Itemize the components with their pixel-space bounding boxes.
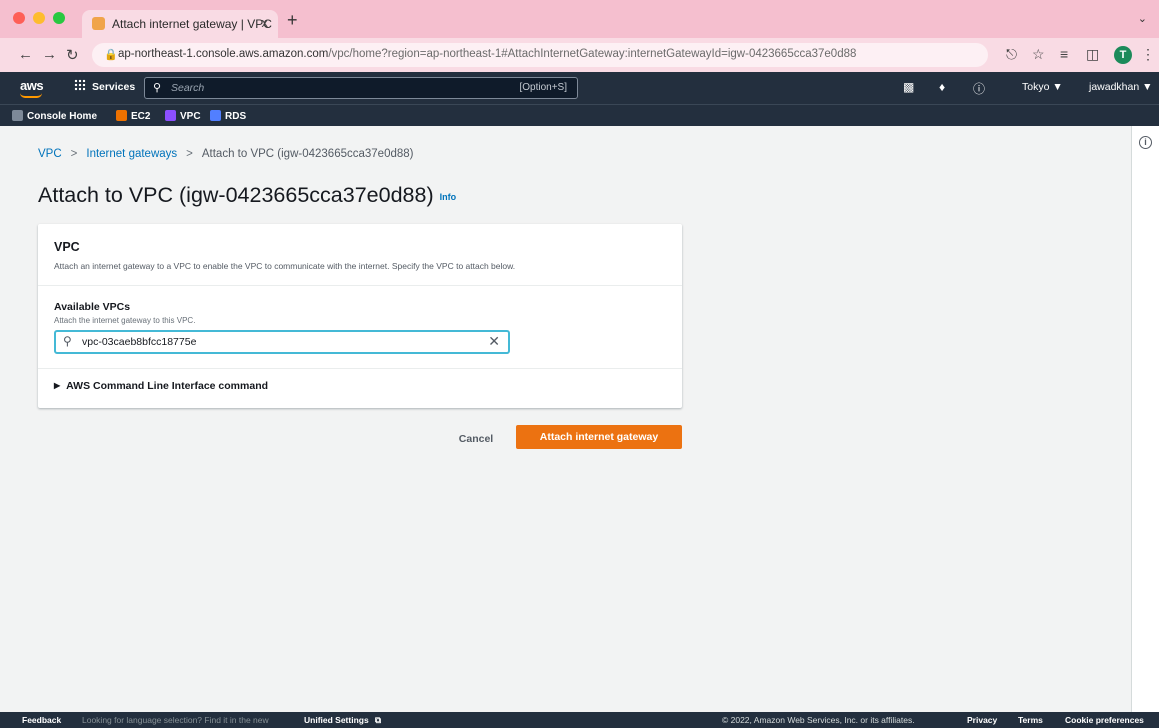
tab-search-chevron-icon[interactable]: ⌄ [1138,12,1147,25]
unified-settings-link[interactable]: Unified Settings [304,715,369,725]
region-selector[interactable]: Tokyo ▼ [1022,81,1063,93]
console-home-icon [12,110,23,121]
search-shortcut: [Option+S] [519,82,567,93]
vpc-icon [165,110,176,121]
back-arrow-icon[interactable]: ← [18,46,33,63]
url-text: ap-northeast-1.console.aws.amazon.com/vp… [118,48,857,60]
copyright-text: © 2022, Amazon Web Services, Inc. or its… [722,715,915,725]
browser-tab-strip: Attach internet gateway | VPC x + ⌄ [0,0,1159,38]
page-title-text: Attach to VPC (igw-0423665cca37e0d88) [38,183,434,207]
page-title: Attach to VPC (igw-0423665cca37e0d88) Inf… [38,183,456,208]
forward-arrow-icon[interactable]: → [42,46,57,63]
breadcrumb-vpc[interactable]: VPC [38,148,62,160]
privacy-link[interactable]: Privacy [967,715,997,725]
panel-divider [38,368,682,369]
feedback-link[interactable]: Feedback [22,715,61,725]
external-link-icon: ⧉ [375,715,382,725]
vpc-favicon-icon [92,17,105,30]
window-minimize-button[interactable] [33,12,45,24]
notifications-bell-icon[interactable]: ♦ [939,80,945,94]
bookmark-star-icon[interactable]: ☆ [1032,46,1045,63]
vpc-panel-title: VPC [54,240,80,254]
attach-internet-gateway-button[interactable]: Attach internet gateway [516,425,682,449]
breadcrumb-separator: > [70,148,78,160]
profile-avatar[interactable]: T [1114,46,1132,64]
favorites-bar: Console Home EC2 VPC RDS [0,104,1159,126]
main-content: VPC > Internet gateways > Attach to VPC (igw… [0,126,1131,712]
search-placeholder: Search [171,82,205,94]
side-panel-icon[interactable]: ◫ [1086,46,1099,63]
window-close-button[interactable] [13,12,25,24]
search-icon: ⚲ [153,82,162,94]
vpc-input-value: vpc-03caeb8bfcc18775e [82,336,197,348]
rds-icon [210,110,221,121]
cancel-button[interactable]: Cancel [448,428,504,450]
reading-list-icon[interactable]: ≡ [1060,46,1068,62]
ec2-icon [116,110,127,121]
available-vpcs-input[interactable]: ⚲ vpc-03caeb8bfcc18775e ✕ [54,330,510,354]
cli-command-expander[interactable]: ▶ AWS Command Line Interface command [54,380,268,392]
favorite-ec2[interactable]: EC2 [116,110,150,122]
vpc-panel: VPC Attach an internet gateway to a VPC … [38,224,682,408]
breadcrumb-current: Attach to VPC (igw-0423665cca37e0d88) [201,148,414,160]
lock-icon: 🔒 [104,49,118,61]
new-tab-button[interactable]: + [287,10,298,31]
browser-tab-active[interactable]: Attach internet gateway | VPC x [82,10,278,38]
vpc-panel-header: VPC Attach an internet gateway to a VPC … [38,224,682,286]
account-menu[interactable]: jawadkhan ▼ [1089,81,1153,93]
reload-icon[interactable]: ↻ [66,46,79,64]
search-icon: ⚲ [63,334,72,348]
caret-right-icon: ▶ [54,381,61,390]
cli-command-label: AWS Command Line Interface command [66,380,269,392]
browser-menu-icon[interactable]: ⋮ [1141,46,1155,63]
breadcrumb-separator: > [186,148,193,160]
info-panel-icon[interactable]: i [1139,136,1152,149]
aws-top-navigation: aws Services ⚲ Search [Option+S] ▩ ♦ ⓘ T… [0,72,1159,104]
address-bar[interactable]: 🔒 ap-northeast-1.console.aws.amazon.com/… [92,43,988,67]
breadcrumb: VPC > Internet gateways > Attach to VPC (igw… [38,148,413,160]
help-icon[interactable]: ⓘ [973,80,985,97]
aws-search-input[interactable]: ⚲ Search [Option+S] [144,77,578,99]
browser-toolbar: ← → ↻ 🔒 ap-northeast-1.console.aws.amazo… [0,38,1159,72]
language-prompt: Looking for language selection? Find it … [82,715,269,725]
info-link[interactable]: Info [440,192,457,202]
tab-close-icon[interactable]: x [262,15,269,30]
vpc-panel-description: Attach an internet gateway to a VPC to e… [54,261,516,271]
clear-icon[interactable]: ✕ [488,333,500,350]
favorite-rds[interactable]: RDS [210,110,246,122]
favorite-console-home[interactable]: Console Home [12,110,97,122]
share-icon[interactable]: ⎋ [1006,46,1017,63]
cookie-preferences-link[interactable]: Cookie preferences [1065,715,1144,725]
favorite-vpc[interactable]: VPC [165,110,201,122]
window-maximize-button[interactable] [53,12,65,24]
services-grid-icon[interactable] [74,79,86,91]
breadcrumb-internet-gateways[interactable]: Internet gateways [86,148,177,160]
aws-logo[interactable]: aws [20,78,44,93]
available-vpcs-description: Attach the internet gateway to this VPC. [54,316,196,325]
available-vpcs-label: Available VPCs [54,301,131,313]
services-menu-button[interactable]: Services [92,81,135,93]
tab-title: Attach internet gateway | VPC [112,17,272,31]
terms-link[interactable]: Terms [1018,715,1043,725]
help-panel-rail: i [1131,126,1159,712]
console-footer: Feedback Looking for language selection?… [0,712,1159,728]
cloudshell-icon[interactable]: ▩ [903,80,914,94]
aws-smile-logo [20,93,42,98]
